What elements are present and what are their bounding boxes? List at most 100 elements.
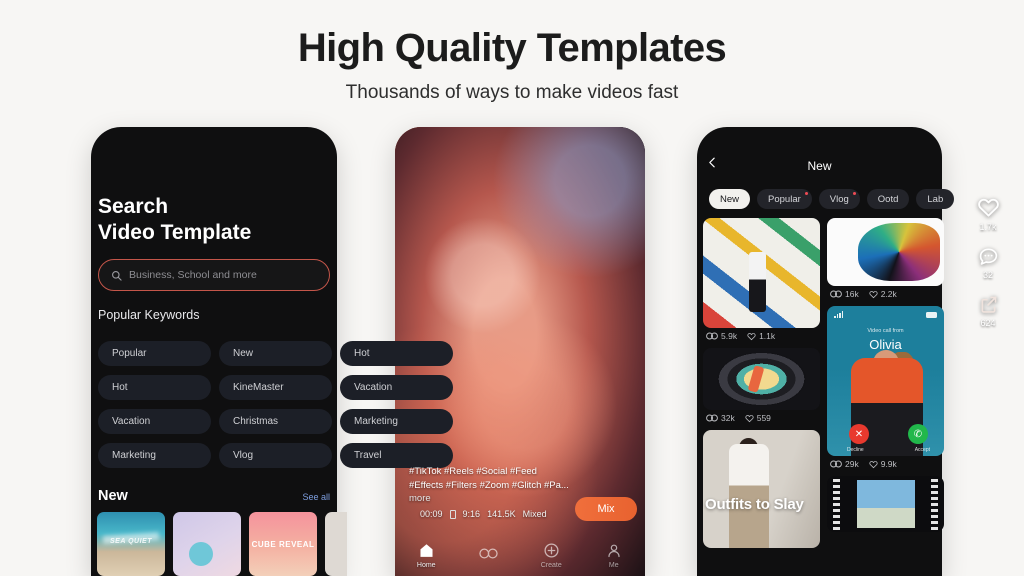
badge-dot: [804, 192, 808, 195]
card-likes: 9.9k: [869, 459, 897, 469]
heart-icon: [745, 414, 754, 422]
keyword-chip[interactable]: KineMaster: [219, 375, 332, 400]
card-stats: 29k 9.9k: [827, 456, 944, 470]
keyword-chip[interactable]: New: [219, 341, 332, 366]
signal-icon: [834, 311, 843, 318]
film-perforation: [931, 476, 938, 532]
views-count: 16k: [845, 289, 859, 299]
card-views: 5.9k: [706, 331, 737, 341]
aspect-ratio-icon: [449, 509, 456, 519]
more-link[interactable]: more: [409, 493, 431, 504]
keyword-chip[interactable]: Vacation: [98, 409, 211, 434]
keyword-chip[interactable]: Marketing: [340, 409, 453, 434]
profile-icon: [608, 544, 620, 557]
search-placeholder: Business, School and more: [129, 269, 257, 281]
template-card[interactable]: 5.9k 1.1k: [703, 218, 820, 342]
card-likes: 2.2k: [869, 289, 897, 299]
keyword-chip[interactable]: Christmas: [219, 409, 332, 434]
hashtags-line2: #Effects #Filters #Zoom #Glitch #Pa...: [409, 479, 569, 491]
section-title: New: [98, 488, 128, 504]
tab-lab[interactable]: Lab: [916, 189, 955, 209]
thumbnail-caption: SEA QUIET: [110, 538, 152, 545]
tab-popular[interactable]: Popular: [757, 189, 812, 209]
nav-item-me[interactable]: Me: [583, 534, 646, 576]
card-views: 32k: [706, 413, 735, 423]
film-frame: [856, 480, 915, 528]
template-card[interactable]: Outfits to Slay: [703, 430, 820, 548]
card-stats: 16k 2.2k: [827, 286, 944, 300]
tab-ootd[interactable]: Ootd: [866, 189, 910, 209]
card-stats: 5.9k 1.1k: [703, 328, 820, 342]
search-icon: [112, 270, 122, 281]
like-count: 1.7k: [979, 222, 997, 232]
template-card[interactable]: 32k 559: [703, 348, 820, 424]
keyword-chip[interactable]: Hot: [340, 341, 453, 366]
views-icon: [706, 332, 718, 340]
nav-item-home[interactable]: Home: [395, 534, 458, 576]
decline-label: Decline: [847, 447, 864, 453]
comment-action[interactable]: 32: [978, 246, 999, 280]
decline-call-button[interactable]: ✕: [849, 424, 869, 444]
search-title-line1: Search: [98, 195, 169, 218]
video-type: Mixed: [522, 509, 547, 519]
template-thumbnail[interactable]: CUBE REVEAL: [249, 512, 317, 576]
card-stats: 32k 559: [703, 410, 820, 424]
tab-new[interactable]: New: [709, 189, 751, 209]
likes-count: 9.9k: [880, 459, 897, 469]
nav-item-create[interactable]: Create: [520, 534, 583, 576]
card-views: 16k: [830, 289, 859, 299]
template-thumbnail-partial[interactable]: [325, 512, 347, 576]
tab-label: Lab: [927, 193, 944, 205]
loop-icon: [479, 548, 498, 559]
new-template-thumbnails: SEA QUIET CUBE REVEAL: [97, 512, 347, 576]
heart-icon: [747, 332, 756, 340]
heart-icon: [869, 290, 878, 298]
battery-icon: [926, 311, 937, 318]
keyword-chip[interactable]: Marketing: [98, 443, 211, 468]
card-thumbnail-lens: [703, 348, 820, 410]
keyword-chip[interactable]: Hot: [98, 375, 211, 400]
card-caption: Outfits to Slay: [705, 496, 804, 513]
chevron-left-icon: [709, 157, 715, 168]
search-input[interactable]: Business, School and more: [98, 259, 330, 291]
thumbnail-caption: CUBE REVEAL: [251, 540, 315, 549]
browse-title: New: [807, 159, 832, 173]
nav-label-me: Me: [608, 561, 619, 569]
keyword-chip[interactable]: Vacation: [340, 375, 453, 400]
template-thumbnail[interactable]: [173, 512, 241, 576]
keyword-chip[interactable]: Popular: [98, 341, 211, 366]
likes-count: 2.2k: [880, 289, 897, 299]
back-button[interactable]: [706, 156, 719, 174]
template-card[interactable]: Video call from Olivia ✕ ✆ Decline Accep…: [827, 306, 944, 470]
page-title: High Quality Templates: [297, 26, 727, 70]
video-meta: 00:09 9:16 141.5K Mixed: [420, 509, 547, 519]
new-section-header: New See all: [98, 488, 330, 504]
browse-header: New: [697, 154, 942, 178]
see-all-link[interactable]: See all: [302, 492, 330, 502]
accept-label: Accept: [914, 447, 930, 453]
nav-item-loop[interactable]: [458, 534, 521, 576]
nav-label-home: Home: [416, 561, 436, 569]
hashtags-line1: #TikTok #Reels #Social #Feed: [409, 466, 537, 477]
template-thumbnail[interactable]: SEA QUIET: [97, 512, 165, 576]
heart-icon: [977, 198, 999, 217]
keyword-chip[interactable]: Vlog: [219, 443, 332, 468]
share-icon: [981, 296, 996, 313]
bottom-navigation: Home Create Me: [395, 534, 645, 576]
card-likes: 1.1k: [747, 331, 775, 341]
mix-button[interactable]: Mix: [575, 497, 637, 521]
comment-count: 32: [982, 270, 993, 280]
template-card[interactable]: 16k 2.2k: [827, 218, 944, 300]
badge-dot: [852, 192, 856, 195]
like-action[interactable]: 1.7k: [977, 196, 1000, 232]
tab-label: New: [720, 193, 740, 205]
card-thumbnail-gradient: [827, 218, 944, 286]
card-thumbnail-videocall: Video call from Olivia ✕ ✆ Decline Accep…: [827, 306, 944, 456]
accept-call-button[interactable]: ✆: [908, 424, 928, 444]
category-tabs: New Popular Vlog Ootd Lab: [709, 189, 955, 209]
call-from-label: Video call from: [867, 328, 904, 334]
tab-vlog[interactable]: Vlog: [818, 189, 860, 209]
video-uses: 141.5K: [487, 509, 516, 519]
views-icon: [706, 414, 718, 422]
share-action[interactable]: 624: [978, 294, 999, 328]
